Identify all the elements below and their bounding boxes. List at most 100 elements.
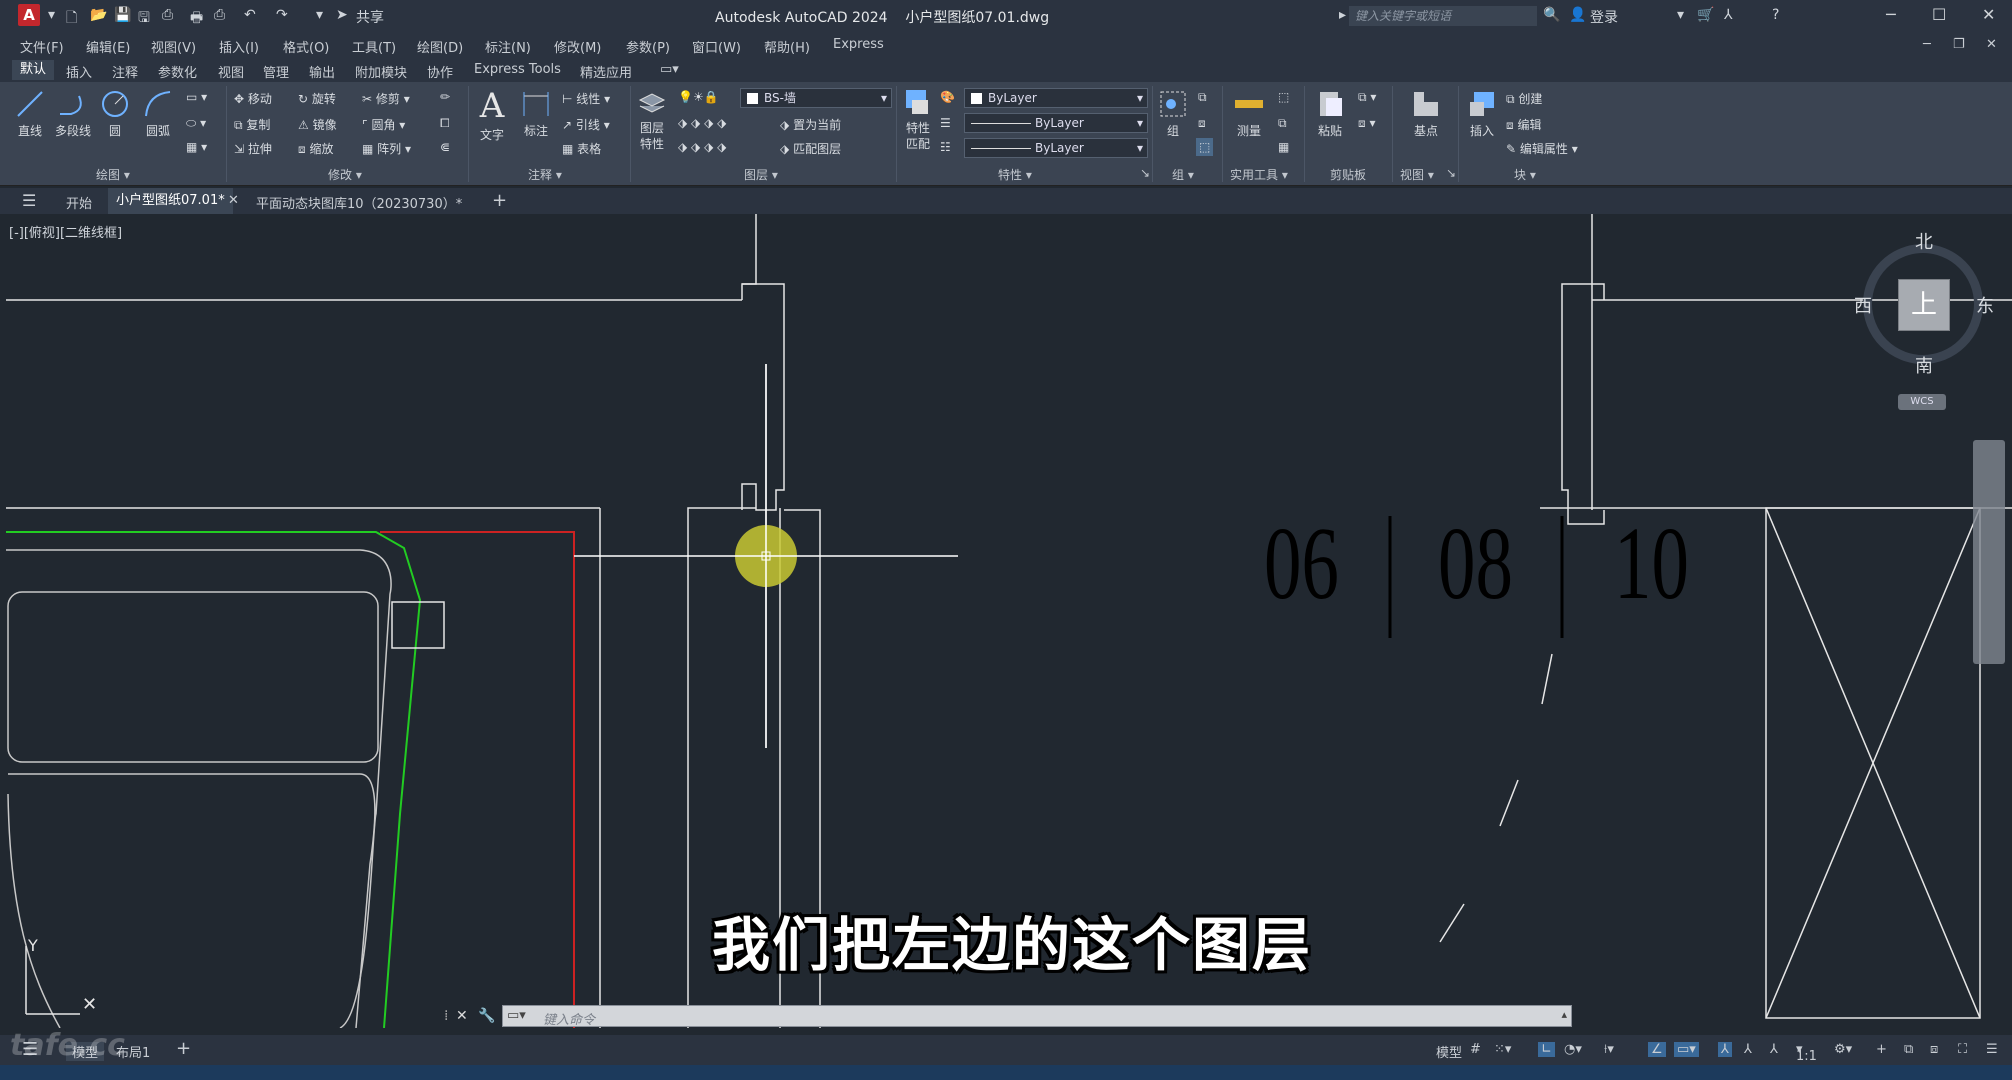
lineweight-dropdown[interactable]: ByLayer ▾ <box>964 138 1148 158</box>
insert-block-button[interactable]: 插入 <box>1462 88 1502 139</box>
leader-button[interactable]: ↗ 引线 ▾ <box>562 116 610 133</box>
edit-attributes-button[interactable]: ✎ 编辑属性 ▾ <box>1506 140 1578 157</box>
view-launcher-icon[interactable]: ↘ <box>1446 166 1456 180</box>
linear-button[interactable]: ⊢ 线性 ▾ <box>562 90 610 107</box>
search-input[interactable]: 键入关键字或短语 <box>1349 6 1537 26</box>
viewcube-top-face[interactable]: 上 <box>1898 279 1950 331</box>
app-menu-chevron-icon[interactable]: ▾ <box>48 7 55 23</box>
utilities-panel-title[interactable]: 实用工具 ▾ <box>1230 166 1288 183</box>
cmd-expand-icon[interactable]: ▴ <box>1561 1008 1567 1021</box>
menu-edit[interactable]: 编辑(E) <box>86 37 130 56</box>
tab-current-drawing[interactable]: 小户型图纸07.01* <box>108 188 233 214</box>
customize-qa-icon[interactable]: ▾ <box>316 7 323 23</box>
modify-panel-title[interactable]: 修改 ▾ <box>328 166 362 183</box>
annotation-panel-title[interactable]: 注释 ▾ <box>528 166 562 183</box>
properties-panel-title[interactable]: 特性 ▾ <box>998 166 1032 183</box>
help-icon[interactable]: ? <box>1772 7 1779 23</box>
annotation-scale-value[interactable]: 1:1 ▾ <box>1796 1042 1817 1064</box>
explode-icon[interactable]: ⧠ <box>440 116 450 131</box>
share-button[interactable]: 共享 <box>356 7 384 27</box>
search-icon[interactable]: 🔍 <box>1543 7 1560 23</box>
array-button[interactable]: ▦ 阵列 ▾ <box>362 140 411 157</box>
layers-panel-title[interactable]: 图层 ▾ <box>744 166 778 183</box>
ungroup-icon[interactable]: ⧉ <box>1198 90 1207 105</box>
menu-draw[interactable]: 绘图(D) <box>417 37 463 56</box>
doc-close-icon[interactable]: ✕ <box>1986 37 1997 52</box>
menu-view[interactable]: 视图(V) <box>151 37 196 56</box>
menu-format[interactable]: 格式(O) <box>283 37 329 56</box>
maximize-icon[interactable]: ☐ <box>1932 5 1946 24</box>
open-file-icon[interactable]: 📂 <box>90 7 107 23</box>
trim-button[interactable]: ✂ 修剪 ▾ <box>362 90 410 107</box>
linetype-dropdown[interactable]: ByLayer ▾ <box>964 113 1148 133</box>
annotation-visibility-icon[interactable]: ⅄ <box>1718 1042 1732 1057</box>
compass-west[interactable]: 西 <box>1854 292 1872 318</box>
plus-icon[interactable]: + <box>1876 1042 1887 1057</box>
settings-gear-icon[interactable]: ⚙▾ <box>1834 1042 1852 1057</box>
menu-parametric[interactable]: 参数(P) <box>626 37 670 56</box>
hatch-icon[interactable]: ▦ ▾ <box>186 140 207 154</box>
command-input[interactable]: 键入命令 <box>543 1009 595 1028</box>
ortho-icon[interactable]: ∟ <box>1538 1042 1555 1057</box>
annotation-scale-icon[interactable]: ⅄ <box>1770 1042 1778 1057</box>
minimize-icon[interactable]: ─ <box>1886 5 1896 24</box>
rectangle-icon[interactable]: ▭ ▾ <box>186 90 207 104</box>
create-block-button[interactable]: ⧉ 创建 <box>1506 90 1542 107</box>
line-button[interactable]: 直线 <box>12 88 48 139</box>
grid-icon[interactable]: # <box>1470 1042 1481 1057</box>
tab-parametric[interactable]: 参数化 <box>158 62 197 81</box>
edit-block-button[interactable]: ⧈ 编辑 <box>1506 116 1541 133</box>
ellipse-icon[interactable]: ⬭ ▾ <box>186 116 206 131</box>
menu-dimension[interactable]: 标注(N) <box>485 37 531 56</box>
polar-icon[interactable]: ◔▾ <box>1564 1042 1582 1057</box>
block-panel-title[interactable]: 块 ▾ <box>1514 166 1536 183</box>
menu-window[interactable]: 窗口(W) <box>692 37 741 56</box>
layer-properties-button[interactable]: 图层特性 <box>634 86 670 152</box>
fillet-button[interactable]: ⌜ 圆角 ▾ <box>362 116 405 133</box>
command-line[interactable]: ▭▾ 键入命令 ▴ <box>502 1005 1572 1028</box>
table-button[interactable]: ▦ 表格 <box>562 140 601 157</box>
autocad-logo-button[interactable]: A <box>18 4 40 26</box>
viewcube[interactable]: 上 北 南 西 东 WCS <box>1854 232 1994 424</box>
save-as-icon[interactable]: 🖫 <box>138 7 150 31</box>
match-properties-button[interactable]: 特性匹配 <box>900 86 936 152</box>
group-select-icon[interactable]: ⬚ <box>1196 138 1214 156</box>
plot-icon[interactable]: 🖶 <box>190 7 203 31</box>
tab-insert[interactable]: 插入 <box>66 62 92 81</box>
layer-tool-icons-2[interactable]: ⬗ ⬗ ⬗ ⬗ <box>678 140 726 154</box>
erase-icon[interactable]: ✏ <box>440 90 450 104</box>
scale-button[interactable]: ⧈ 缩放 <box>298 140 333 157</box>
tab-block-library[interactable]: 平面动态块图库10（20230730）* <box>256 193 462 212</box>
publish-icon[interactable]: ⎙ <box>162 7 173 23</box>
auto-scale-icon[interactable]: ⅄ <box>1744 1042 1752 1057</box>
offset-icon[interactable]: ⋐ <box>440 140 450 154</box>
color-dropdown[interactable]: ByLayer ▾ <box>964 88 1148 108</box>
arc-button[interactable]: 圆弧 <box>140 88 176 139</box>
copy-clip-icon[interactable]: ⧈ ▾ <box>1358 116 1375 131</box>
select-all-icon[interactable]: ⧉ <box>1278 116 1287 131</box>
cmd-grip-icon[interactable]: ⁞ <box>444 1008 448 1024</box>
group-edit-icon[interactable]: ⧈ <box>1198 116 1206 131</box>
doc-restore-icon[interactable]: ❐ <box>1953 37 1965 52</box>
model-space-button[interactable]: 模型 <box>1436 1042 1462 1061</box>
tab-start[interactable]: 开始 <box>66 193 92 212</box>
cmd-customize-icon[interactable]: 🔧 <box>478 1008 495 1024</box>
hamburger-menu-icon[interactable]: ☰ <box>22 191 36 210</box>
mirror-button[interactable]: ⚠ 镜像 <box>298 116 337 133</box>
color-wheel-icon[interactable]: 🎨 <box>940 90 955 104</box>
tab-express-tools[interactable]: Express Tools <box>474 62 561 77</box>
menu-insert[interactable]: 插入(I) <box>219 37 259 56</box>
undo-icon[interactable]: ↶ <box>244 7 256 23</box>
quick-select-icon[interactable]: ⬚ <box>1278 90 1289 104</box>
dimension-button[interactable]: 标注 <box>518 88 554 139</box>
stretch-button[interactable]: ⇲ 拉伸 <box>234 140 272 157</box>
rotate-button[interactable]: ↻ 旋转 <box>298 90 336 107</box>
wcs-menu-button[interactable]: WCS <box>1898 394 1946 410</box>
layer-tool-icons[interactable]: ⬗ ⬗ ⬗ ⬗ <box>678 116 726 130</box>
base-point-button[interactable]: 基点 <box>1404 88 1448 139</box>
compass-south[interactable]: 南 <box>1915 352 1933 378</box>
drawing-canvas[interactable]: [-][俯视][二维线框] Y ✕ 06 08 10 上 北 南 西 东 WCS… <box>0 214 2012 1028</box>
circle-button[interactable]: 圆 <box>98 88 132 139</box>
layer-dropdown[interactable]: BS-墙 ▾ <box>740 88 892 108</box>
text-button[interactable]: A 文字 <box>474 86 510 143</box>
